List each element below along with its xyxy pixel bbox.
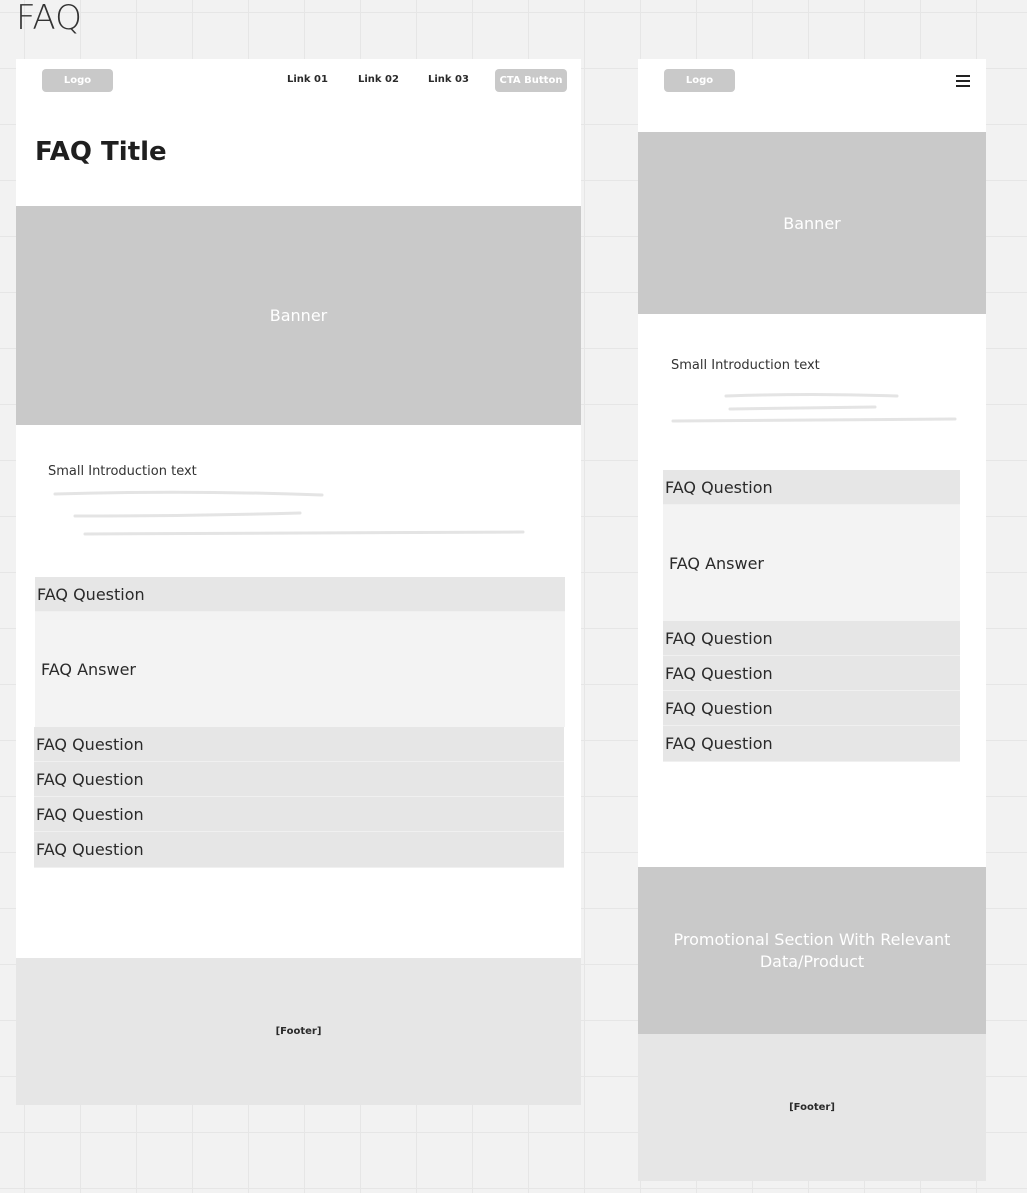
mobile-faq-question[interactable]: FAQ Question	[663, 691, 960, 726]
board-title: FAQ	[16, 0, 82, 38]
mobile-faq-question[interactable]: FAQ Question	[663, 726, 960, 762]
desktop-faq-question[interactable]: FAQ Question	[34, 727, 564, 762]
desktop-banner: Banner	[16, 206, 581, 425]
mobile-intro-text: Small Introduction text	[671, 358, 820, 373]
desktop-frame: Logo Link 01 Link 02 Link 03 CTA Button …	[16, 59, 581, 1105]
hamburger-icon[interactable]	[956, 72, 970, 90]
desktop-logo[interactable]: Logo	[42, 69, 113, 92]
mobile-footer: [Footer]	[638, 1034, 986, 1181]
desktop-faq-question[interactable]: FAQ Question	[35, 577, 565, 612]
nav-link-03[interactable]: Link 03	[428, 74, 469, 85]
desktop-intro-scribble	[53, 490, 525, 536]
mobile-banner: Banner	[638, 132, 986, 314]
mobile-intro-scribble	[671, 393, 957, 423]
mobile-faq-answer: FAQ Answer	[663, 505, 960, 621]
promo-section: Promotional Section With Relevant Data/P…	[638, 867, 986, 1034]
page-title: FAQ Title	[35, 137, 167, 167]
cta-button[interactable]: CTA Button	[495, 69, 567, 92]
mobile-logo[interactable]: Logo	[664, 69, 735, 92]
desktop-faq-answer: FAQ Answer	[35, 612, 565, 727]
mobile-faq-question[interactable]: FAQ Question	[663, 470, 960, 505]
nav-link-02[interactable]: Link 02	[358, 74, 399, 85]
desktop-faq-question[interactable]: FAQ Question	[34, 762, 564, 797]
desktop-intro-text: Small Introduction text	[48, 464, 197, 479]
mobile-faq-question[interactable]: FAQ Question	[663, 621, 960, 656]
desktop-faq-question[interactable]: FAQ Question	[34, 832, 564, 868]
nav-link-01[interactable]: Link 01	[287, 74, 328, 85]
mobile-faq-question[interactable]: FAQ Question	[663, 656, 960, 691]
desktop-footer: [Footer]	[16, 958, 581, 1105]
mobile-frame: Logo Banner Small Introduction text FAQ …	[638, 59, 986, 1181]
desktop-faq-question[interactable]: FAQ Question	[34, 797, 564, 832]
